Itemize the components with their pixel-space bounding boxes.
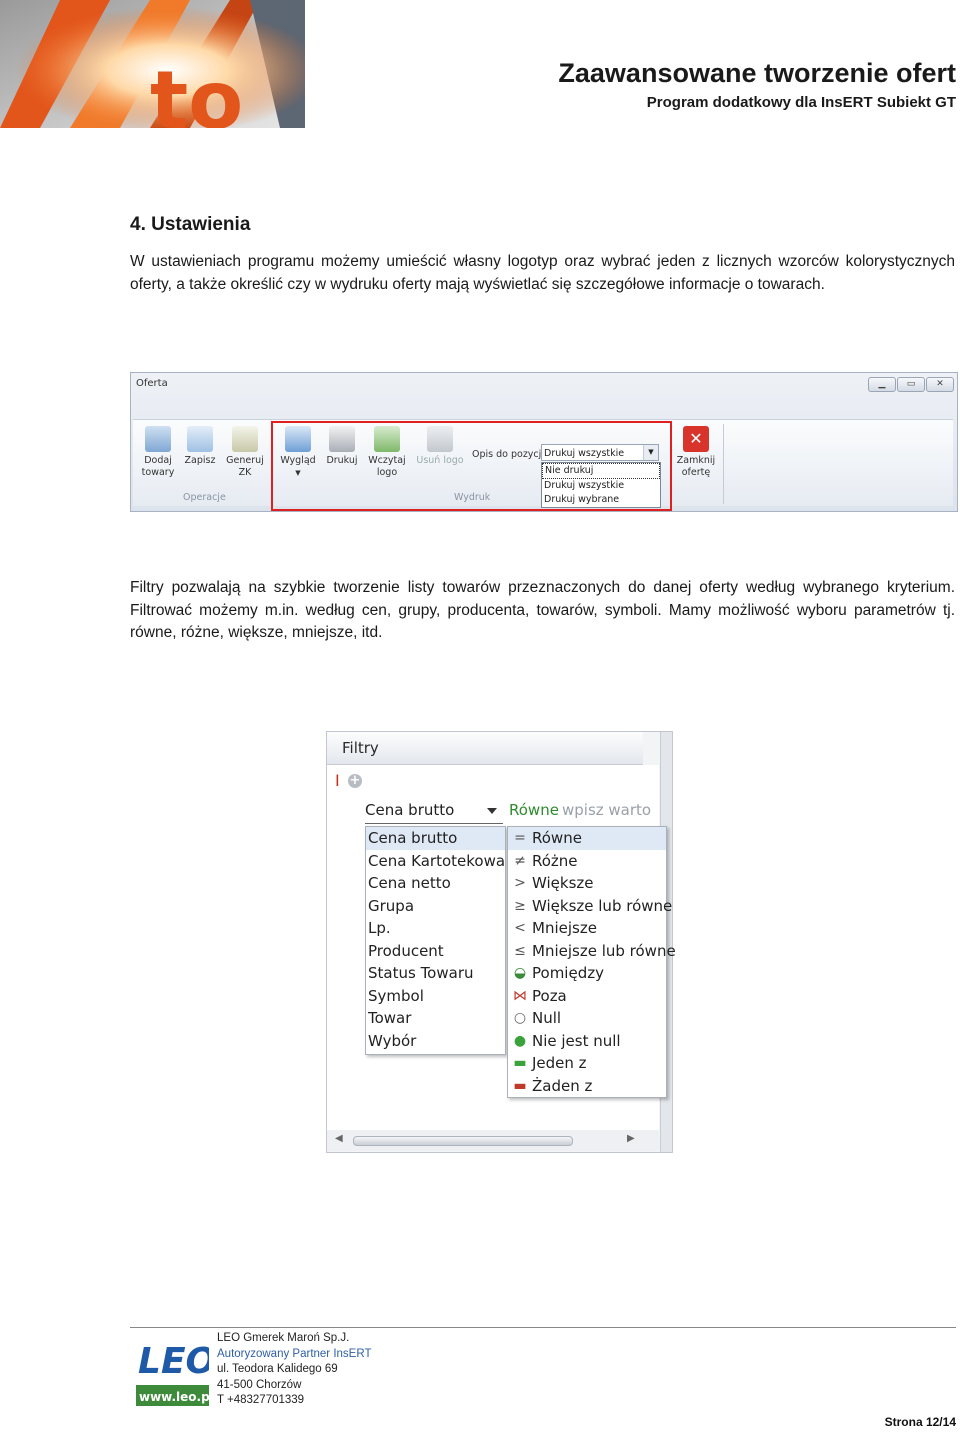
footer-divider [130,1327,956,1328]
maximize-button[interactable]: ▭ [897,377,925,392]
operator-select[interactable]: Równe [509,801,559,819]
filtry-body: I + Cena brutto Równe wpisz warto Cena b… [327,765,676,1130]
value-input[interactable]: wpisz warto [562,801,651,819]
document-pencil-icon [232,426,258,452]
filtry-header: Filtry [327,732,643,765]
field-option[interactable]: Wybór [366,1030,505,1053]
field-options-list: Cena brutto Cena Kartotekowa Cena netto … [365,826,506,1055]
opis-dropdown[interactable]: Drukuj wszystkie ▼ [541,444,659,461]
field-option[interactable]: Producent [366,940,505,963]
operator-option[interactable]: ▬ Jeden z [508,1052,666,1075]
null-icon: ○ [513,1010,527,1026]
opis-option[interactable]: Drukuj wszystkie [542,479,660,493]
opis-option[interactable]: Drukuj wybrane [542,493,660,507]
less-icon: < [514,920,526,936]
window-titlebar: Oferta ▁ ▭ ✕ [131,373,957,395]
add-filter-icon[interactable]: + [348,774,362,788]
operator-option[interactable]: ≤ Mniejsze lub równe [508,940,676,963]
less-equal-icon: ≤ [514,942,526,959]
group-label-operacje: Operacje [183,492,226,503]
scroll-thumb[interactable] [353,1136,573,1146]
operator-option[interactable]: ≥ Większe lub równe [508,895,672,918]
field-option[interactable]: Towar [366,1007,505,1030]
field-option[interactable]: Cena Kartotekowa [366,850,505,873]
field-option[interactable]: Lp. [366,917,505,940]
operator-option[interactable]: ○ Null [508,1007,666,1030]
opis-label: Opis do pozycji [472,449,544,460]
group-separator [723,424,724,504]
paragraph-filters: Filtry pozwalają na szybkie tworzenie li… [130,579,955,641]
phone-line: T +48327701339 [217,1394,305,1406]
between-icon: ◒ [513,965,527,981]
none-of-icon: ▬ [513,1077,527,1094]
basket-add-icon [145,426,171,452]
field-option[interactable]: Grupa [366,895,505,918]
chevron-down-icon[interactable] [487,808,497,814]
operator-option[interactable]: < Mniejsze [508,917,666,940]
operator-option[interactable]: ≠ Różne [508,850,666,873]
add-products-button[interactable]: Dodaj towary [136,426,180,479]
operator-option[interactable]: ◒ Pomiędzy [508,962,666,985]
field-select[interactable]: Cena brutto [365,801,503,824]
close-window-button[interactable]: ✕ [926,377,954,392]
save-button[interactable]: Zapisz [178,426,222,467]
scroll-right-icon[interactable]: ▶ [627,1133,635,1144]
svg-text:www.leo.pl: www.leo.pl [139,1390,209,1404]
chevron-down-icon[interactable]: ▼ [643,445,658,460]
footer-address: LEO Gmerek Maroń Sp.J. Autoryzowany Part… [217,1331,371,1409]
filtry-title: Filtry [342,739,379,757]
filtry-panel-screenshot: Filtry I + Cena brutto Równe wpisz warto… [326,731,676,1153]
street-line: ul. Teodora Kalidego 69 [217,1363,338,1375]
operator-option[interactable]: > Większe [508,872,666,895]
equals-icon: = [514,830,526,846]
scroll-left-icon[interactable]: ◀ [335,1133,343,1144]
document-subtitle: Program dodatkowy dla InsERT Subiekt GT [646,94,956,111]
operator-options-list: = Równe ≠ Różne > Większe ≥ Większe lub równ… [507,826,676,1098]
not-equal-icon: ≠ [514,852,526,869]
generate-zk-button[interactable]: Generuj ZK [223,426,267,479]
close-offer-button[interactable]: ✕ Zamknij ofertę [674,426,718,479]
city-line: 41-500 Chorzów [217,1378,302,1391]
field-option[interactable]: Cena netto [366,872,505,895]
field-option[interactable]: Cena brutto [366,827,505,850]
operator-option[interactable]: ⋈ Poza [508,985,666,1008]
field-option[interactable]: Symbol [366,985,505,1008]
close-red-icon: ✕ [683,426,709,452]
opis-option[interactable]: Nie drukuj [542,463,660,479]
paragraph-settings: W ustawieniach programu możemy umieścić … [130,253,955,293]
svg-text:to: to [150,54,243,128]
opis-options-list: Nie drukuj Drukuj wszystkie Drukuj wybra… [541,462,661,508]
header-logo-art: to [0,0,305,128]
save-document-icon [187,426,213,452]
leo-logo: LEO www.leo.pl [136,1333,216,1406]
operator-option[interactable]: = Równe [508,827,666,850]
operator-option[interactable]: ▬ Żaden z [508,1075,666,1098]
partner-line: Autoryzowany Partner InsERT [217,1347,372,1360]
not-null-icon: ● [513,1032,527,1049]
minimize-button[interactable]: ▁ [868,377,896,392]
greater-icon: > [514,875,526,891]
horizontal-scrollbar[interactable]: ◀ ▶ [327,1130,659,1151]
svg-text:LEO: LEO [138,1341,209,1382]
outside-icon: ⋈ [513,987,527,1004]
text-cursor-icon: I [335,771,340,790]
company-name: LEO Gmerek Maroń Sp.J. [217,1332,350,1344]
window-title: Oferta [136,378,168,389]
page-number: Strona 12/14 [884,1415,956,1429]
operator-option[interactable]: ● Nie jest null [508,1030,666,1053]
document-title: Zaawansowane tworzenie ofert [558,58,956,88]
section-heading: 4. Ustawienia [130,214,251,235]
field-option[interactable]: Status Towaru [366,962,505,985]
oferta-window-screenshot: Oferta ▁ ▭ ✕ Dodaj towary Zapisz Generuj Z… [130,372,958,512]
one-of-icon: ▬ [513,1055,527,1071]
greater-equal-icon: ≥ [514,897,526,914]
